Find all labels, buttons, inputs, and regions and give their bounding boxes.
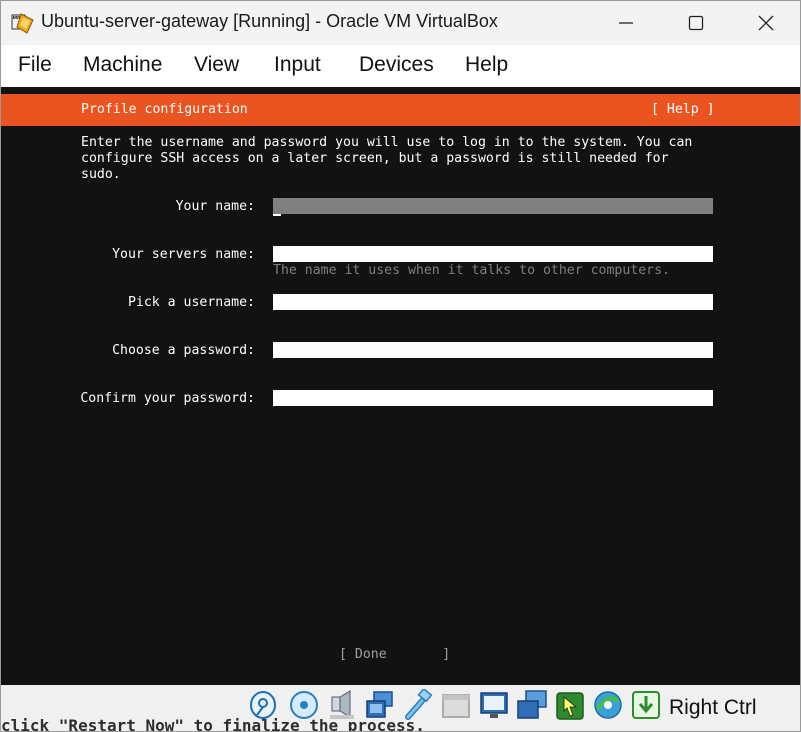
text-cursor [273, 214, 281, 216]
menu-machine[interactable]: Machine [83, 53, 162, 77]
minimize-icon [619, 22, 633, 24]
usb-icon[interactable] [402, 687, 434, 721]
done-button[interactable]: [ Done ] [339, 647, 450, 662]
maximize-button[interactable] [661, 1, 731, 45]
your-name-field[interactable] [273, 198, 713, 214]
intro-line: Enter the username and password you will… [81, 135, 693, 150]
svg-text:64: 64 [14, 15, 20, 20]
your-name-label: Your name: [175, 199, 255, 214]
hard-disk-icon[interactable] [247, 689, 279, 721]
intro-line: sudo. [81, 167, 121, 182]
close-button[interactable] [731, 1, 800, 45]
optical-disk-icon[interactable] [288, 689, 320, 721]
background-terminal-text: click "Restart Now" to finalize the proc… [1, 716, 425, 732]
virtualbox-app-icon: 64 [11, 12, 35, 34]
host-key-indicator: Right Ctrl [669, 696, 757, 719]
intro-text: Enter the username and password you will… [81, 135, 711, 183]
keyboard-capture-icon[interactable] [630, 689, 662, 721]
menu-devices[interactable]: Devices [359, 53, 434, 77]
menu-view[interactable]: View [194, 53, 239, 77]
password-label: Choose a password: [112, 343, 255, 358]
capture-icon[interactable] [516, 689, 548, 721]
confirm-password-field[interactable] [273, 390, 713, 406]
close-icon [758, 15, 774, 31]
minimize-button[interactable] [591, 1, 661, 45]
menu-bar: File Machine View Input Devices Help [1, 45, 800, 87]
audio-icon[interactable] [326, 689, 358, 721]
menu-file[interactable]: File [18, 53, 52, 77]
password-field[interactable] [273, 342, 713, 358]
vm-screen[interactable]: Profile configuration [ Help ] Enter the… [1, 87, 800, 685]
username-field[interactable] [273, 294, 713, 310]
page-title: Profile configuration [81, 102, 248, 117]
title-bar[interactable]: 64 Ubuntu-server-gateway [Running] - Ora… [1, 1, 800, 45]
network-icon[interactable] [364, 689, 396, 721]
intro-line: configure SSH access on a later screen, … [81, 151, 669, 166]
virtualbox-window: 64 Ubuntu-server-gateway [Running] - Ora… [0, 0, 801, 732]
mouse-integration-icon[interactable] [554, 689, 586, 721]
maximize-icon [688, 15, 704, 31]
shared-folder-icon[interactable] [440, 689, 472, 721]
display-icon[interactable] [478, 689, 510, 721]
username-label: Pick a username: [127, 295, 255, 310]
guest-additions-icon[interactable] [592, 689, 624, 721]
servers-name-hint: The name it uses when it talks to other … [273, 263, 670, 278]
menu-input[interactable]: Input [274, 53, 321, 77]
confirm-password-label: Confirm your password: [80, 391, 255, 406]
servers-name-field[interactable] [273, 246, 713, 262]
servers-name-label: Your servers name: [112, 247, 255, 262]
menu-help[interactable]: Help [465, 53, 508, 77]
installer-header: Profile configuration [ Help ] [1, 94, 800, 126]
help-button[interactable]: [ Help ] [651, 102, 715, 117]
window-title: Ubuntu-server-gateway [Running] - Oracle… [41, 11, 498, 31]
